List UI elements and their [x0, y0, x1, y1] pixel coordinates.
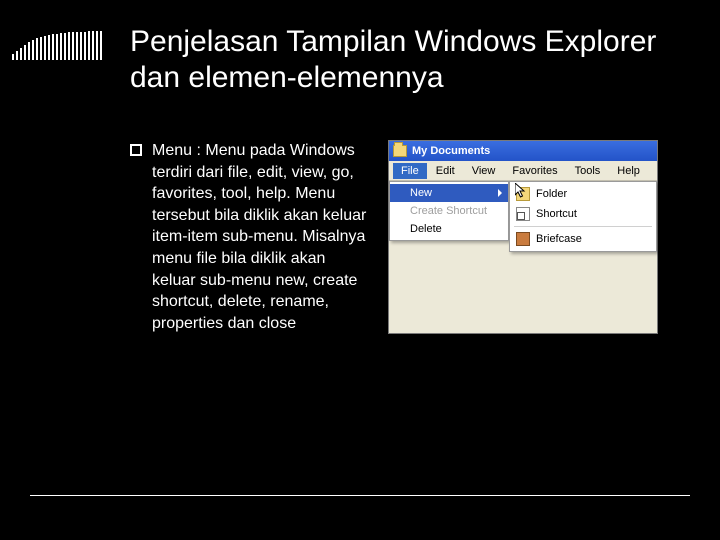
slide-content: Menu : Menu pada Windows terdiri dari fi…: [130, 140, 680, 334]
menu-tools[interactable]: Tools: [567, 163, 609, 179]
bullet-block: Menu : Menu pada Windows terdiri dari fi…: [130, 140, 370, 334]
submenu-separator: [514, 226, 652, 227]
menu-edit[interactable]: Edit: [428, 163, 463, 179]
submenu-briefcase[interactable]: Briefcase: [510, 229, 656, 249]
folder-icon: [516, 187, 530, 201]
file-menu-new[interactable]: New: [390, 184, 508, 202]
bullet-text: Menu : Menu pada Windows terdiri dari fi…: [152, 140, 370, 334]
submenu-shortcut[interactable]: Shortcut: [510, 204, 656, 224]
file-menu-delete[interactable]: Delete: [390, 220, 508, 238]
menu-help[interactable]: Help: [609, 163, 648, 179]
file-dropdown: New Create Shortcut Delete: [389, 181, 509, 241]
submenu-folder[interactable]: Folder: [510, 184, 656, 204]
menu-favorites[interactable]: Favorites: [504, 163, 565, 179]
file-menu-new-label: New: [410, 187, 432, 199]
bullet-item: Menu : Menu pada Windows terdiri dari fi…: [130, 140, 370, 334]
submenu-shortcut-label: Shortcut: [536, 208, 577, 220]
folder-icon: [393, 145, 407, 157]
explorer-window: My Documents File Edit View Favorites To…: [388, 140, 658, 334]
menu-file[interactable]: File: [393, 163, 427, 179]
file-menu-create-shortcut[interactable]: Create Shortcut: [390, 202, 508, 220]
footer-divider: [30, 495, 690, 496]
explorer-menubar: File Edit View Favorites Tools Help: [389, 161, 657, 181]
decorative-bars: [12, 30, 107, 60]
submenu-folder-label: Folder: [536, 188, 567, 200]
slide: Penjelasan Tampilan Windows Explorer dan…: [0, 0, 720, 540]
dropdown-area: New Create Shortcut Delete Folder Shortc…: [389, 181, 657, 243]
explorer-title: My Documents: [412, 145, 490, 157]
explorer-titlebar[interactable]: My Documents: [389, 141, 657, 161]
new-submenu: Folder Shortcut Briefcase: [509, 181, 657, 252]
menu-view[interactable]: View: [464, 163, 504, 179]
bullet-marker-icon: [130, 144, 142, 156]
briefcase-icon: [516, 232, 530, 246]
submenu-briefcase-label: Briefcase: [536, 233, 582, 245]
chevron-right-icon: [498, 189, 502, 197]
slide-title: Penjelasan Tampilan Windows Explorer dan…: [130, 24, 680, 96]
shortcut-icon: [516, 207, 530, 221]
